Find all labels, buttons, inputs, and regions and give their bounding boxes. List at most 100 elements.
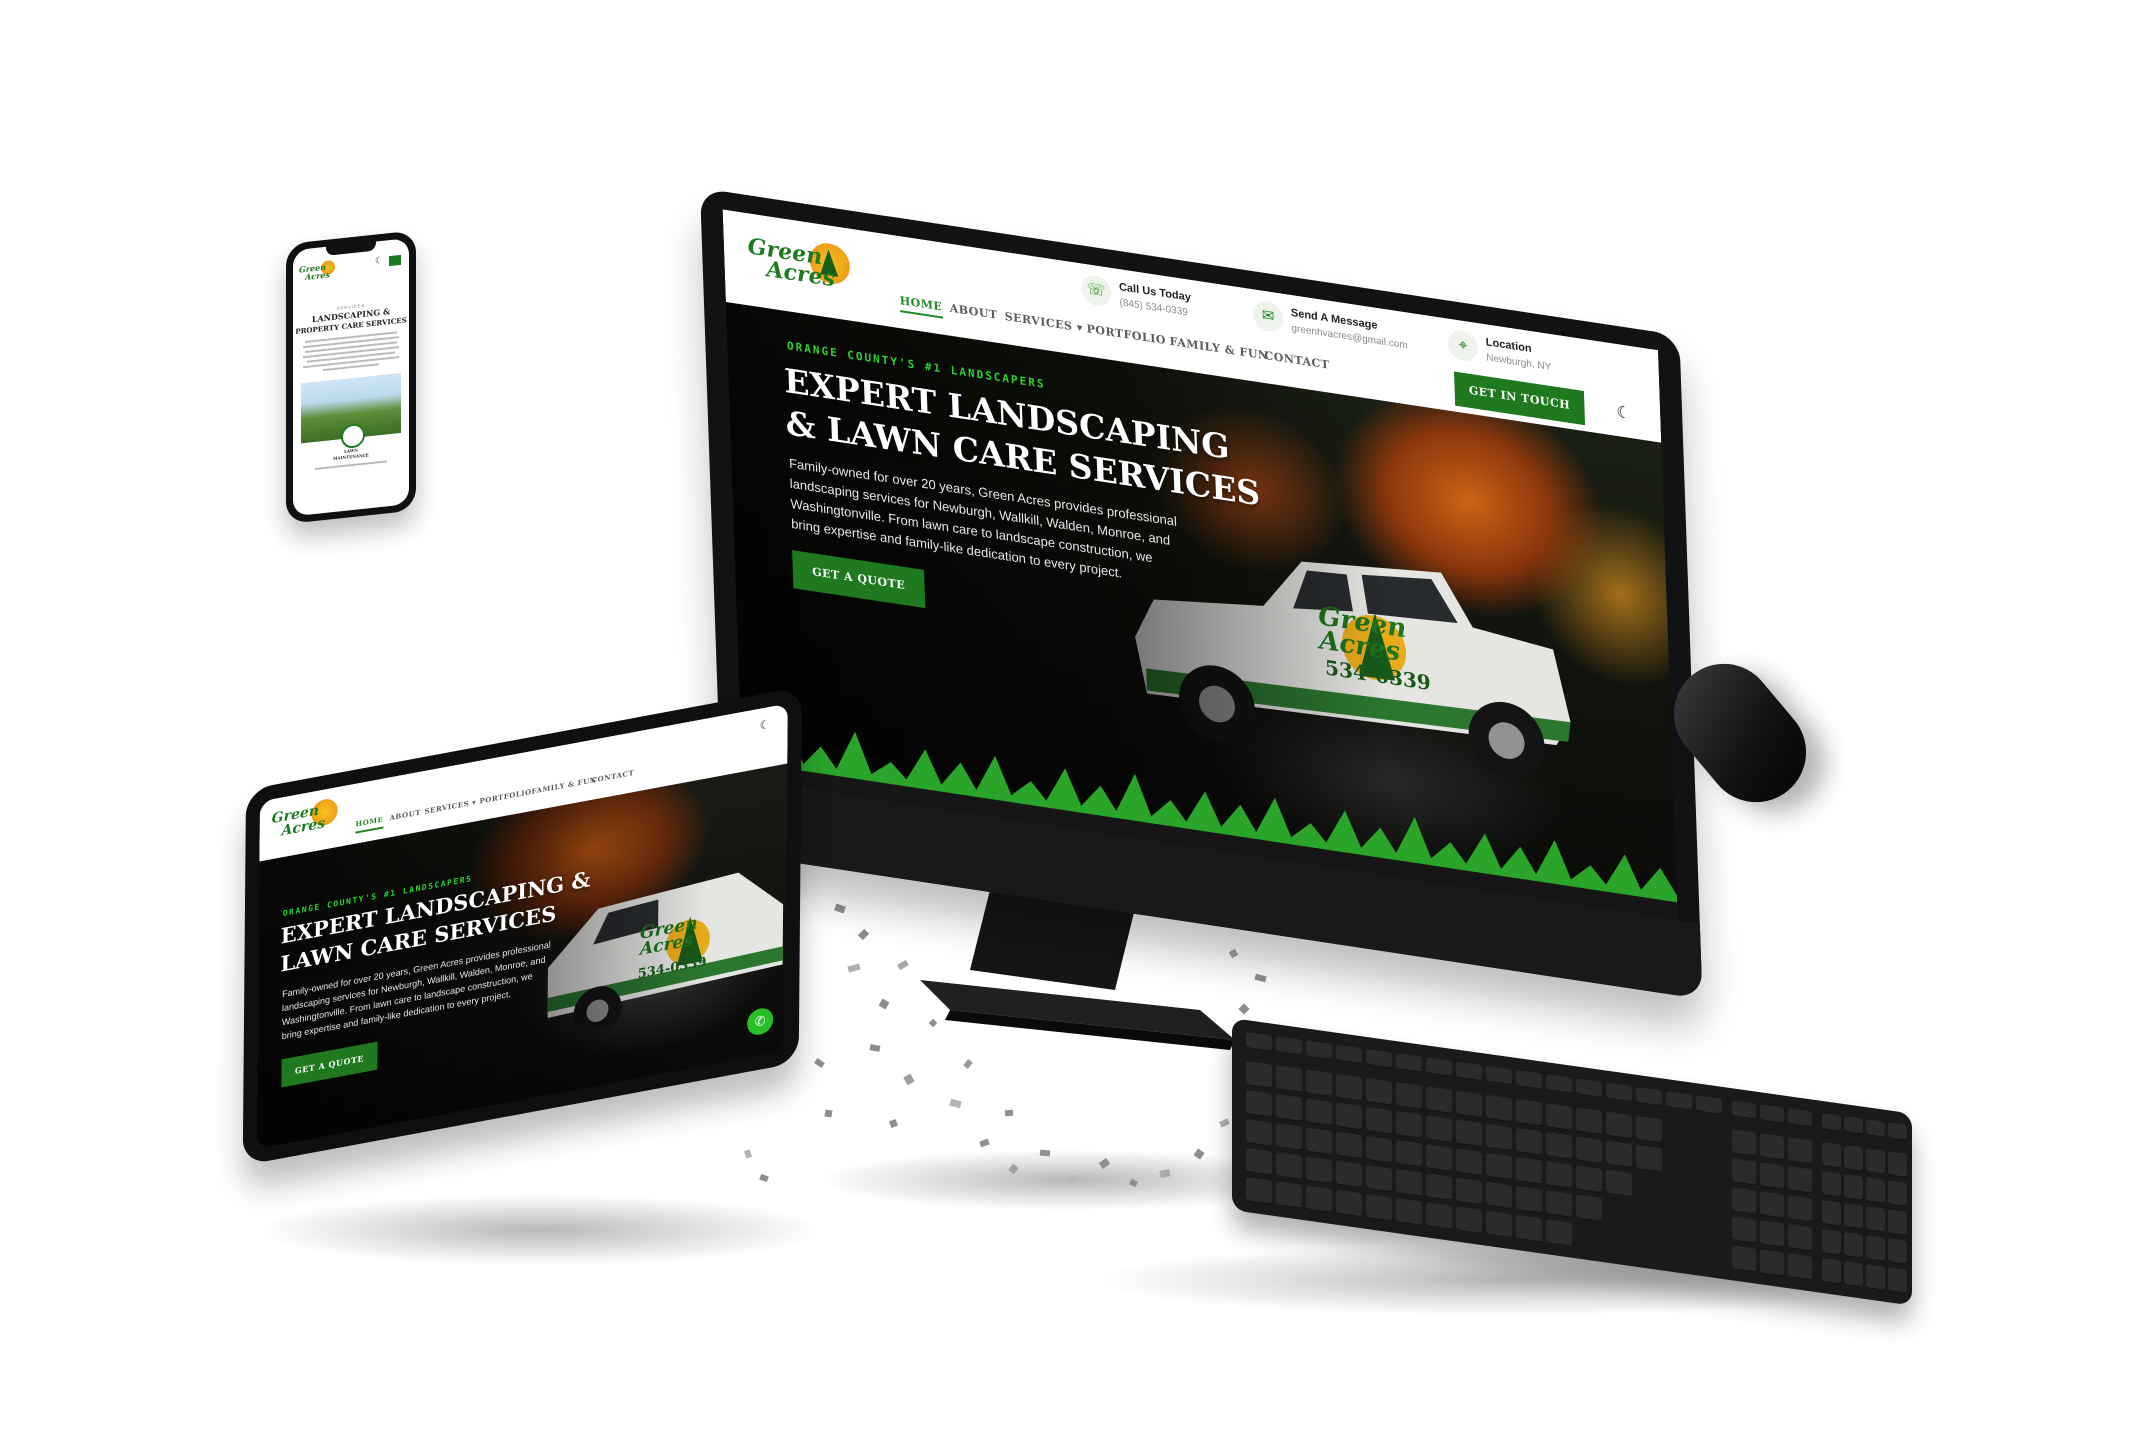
dark-mode-toggle-icon[interactable]: ☾ bbox=[1616, 402, 1631, 424]
keyboard-key bbox=[1606, 1111, 1632, 1140]
keyboard-key bbox=[1822, 1228, 1841, 1256]
keyboard-key bbox=[1486, 1181, 1512, 1210]
keyboard-key bbox=[1246, 1089, 1272, 1118]
keyboard-key bbox=[1888, 1122, 1907, 1141]
keyboard-key bbox=[1732, 1245, 1756, 1273]
keyboard-key bbox=[1866, 1148, 1885, 1175]
keyboard-key bbox=[1546, 1219, 1572, 1247]
keyboard-key bbox=[1822, 1199, 1841, 1227]
keyboard-key bbox=[1366, 1106, 1392, 1135]
keyboard-key bbox=[1516, 1156, 1542, 1185]
keyboard-key bbox=[1426, 1086, 1452, 1114]
keyboard-key bbox=[1546, 1132, 1572, 1160]
tablet-device: GreenAcres 534-0339 Green Acres HOME ABO… bbox=[242, 686, 802, 1166]
keyboard-key bbox=[1760, 1220, 1784, 1248]
keyboard-key bbox=[1866, 1177, 1885, 1204]
keyboard-key bbox=[1760, 1191, 1784, 1219]
phone-menu-icon[interactable] bbox=[389, 254, 401, 267]
keyboard-key bbox=[1276, 1152, 1302, 1180]
keyboard-key bbox=[1426, 1202, 1452, 1230]
keyboard-key bbox=[1336, 1102, 1362, 1131]
keyboard-key bbox=[1732, 1187, 1756, 1215]
keyboard-key bbox=[1456, 1148, 1482, 1177]
keyboard-key bbox=[1516, 1185, 1542, 1214]
keyboard-key bbox=[1246, 1176, 1272, 1205]
keyboard-key bbox=[1636, 1144, 1662, 1173]
keyboard-key bbox=[1606, 1140, 1632, 1169]
keyboard-key bbox=[1788, 1195, 1812, 1223]
keyboard-key bbox=[1486, 1123, 1512, 1152]
keyboard-key bbox=[1276, 1123, 1302, 1151]
keyboard-key bbox=[1306, 1069, 1332, 1098]
keyboard-key bbox=[1888, 1151, 1907, 1178]
keyboard-key bbox=[1426, 1144, 1452, 1172]
keyboard-key bbox=[1396, 1169, 1422, 1197]
keyboard-key bbox=[1888, 1209, 1907, 1236]
keyboard-key bbox=[1866, 1119, 1885, 1138]
keyboard-key bbox=[1576, 1194, 1602, 1223]
keyboard-key bbox=[1576, 1107, 1602, 1136]
keyboard-key bbox=[1888, 1238, 1907, 1265]
keyboard-key bbox=[1336, 1073, 1362, 1102]
keyboard-key bbox=[1844, 1261, 1863, 1288]
tablet-dark-mode-icon[interactable]: ☾ bbox=[760, 717, 771, 733]
keyboard-key bbox=[1246, 1118, 1272, 1147]
keyboard-key bbox=[1788, 1137, 1812, 1165]
keyboard-key bbox=[1732, 1216, 1756, 1244]
keyboard-key bbox=[1396, 1198, 1422, 1226]
keyboard-key bbox=[1486, 1210, 1512, 1239]
keyboard-key bbox=[1486, 1094, 1512, 1123]
keyboard-key bbox=[1366, 1135, 1392, 1164]
keyboard-key bbox=[1732, 1158, 1756, 1186]
keyboard-key bbox=[1306, 1098, 1332, 1127]
keyboard-key bbox=[1426, 1173, 1452, 1201]
keyboard-key bbox=[1760, 1104, 1784, 1124]
keyboard-key bbox=[1888, 1180, 1907, 1207]
phone-logo-acres: Acres bbox=[305, 269, 330, 283]
keyboard-key bbox=[1276, 1065, 1302, 1093]
keyboard-key bbox=[1760, 1249, 1784, 1277]
keyboard-key bbox=[1788, 1253, 1812, 1281]
keyboard-key bbox=[1516, 1098, 1542, 1127]
keyboard-key bbox=[1866, 1206, 1885, 1233]
keyboard-key bbox=[1822, 1170, 1841, 1198]
keyboard-key bbox=[1456, 1119, 1482, 1148]
keyboard-key bbox=[1366, 1164, 1392, 1193]
tablet-screen: GreenAcres 534-0339 Green Acres HOME ABO… bbox=[256, 703, 788, 1149]
keyboard-key bbox=[1336, 1189, 1362, 1218]
keyboard-key bbox=[1822, 1257, 1841, 1285]
keyboard-key bbox=[1546, 1161, 1572, 1189]
keyboard-key bbox=[1456, 1177, 1482, 1206]
keyboard-key bbox=[1456, 1206, 1482, 1235]
tablet-chevron-down-icon: ▾ bbox=[472, 797, 477, 808]
floor-shadow-tablet bbox=[260, 1195, 820, 1265]
keyboard-key bbox=[1732, 1129, 1756, 1157]
keyboard-key bbox=[1546, 1190, 1572, 1218]
keyboard-key bbox=[1396, 1111, 1422, 1139]
phone-screen: Green Acres ☾ SERVICES LANDSCAPING & PRO… bbox=[293, 238, 409, 517]
keyboard-key bbox=[1788, 1224, 1812, 1252]
keyboard-key bbox=[1546, 1103, 1572, 1131]
keyboard-key bbox=[1486, 1152, 1512, 1181]
keyboard-key bbox=[1396, 1082, 1422, 1110]
keyboard-key bbox=[1276, 1094, 1302, 1122]
keyboard-key bbox=[1844, 1145, 1863, 1172]
keyboard-key bbox=[1606, 1169, 1632, 1198]
keyboard-key bbox=[1426, 1115, 1452, 1143]
keyboard-key bbox=[1456, 1090, 1482, 1119]
keyboard-key bbox=[1844, 1203, 1863, 1230]
phone-dark-mode-icon[interactable]: ☾ bbox=[375, 255, 383, 267]
keyboard-key bbox=[1576, 1136, 1602, 1165]
keyboard-key bbox=[1516, 1127, 1542, 1156]
phone-logo-top[interactable]: Green Acres bbox=[299, 259, 339, 285]
keyboard-key bbox=[1366, 1193, 1392, 1222]
keyboard-key bbox=[1844, 1232, 1863, 1259]
phone-service-card-icon bbox=[341, 422, 365, 450]
keyboard-key bbox=[1760, 1133, 1784, 1161]
keyboard-key bbox=[1760, 1162, 1784, 1190]
keyboard-key bbox=[1866, 1235, 1885, 1262]
mobile-phone: Green Acres ☾ SERVICES LANDSCAPING & PRO… bbox=[286, 230, 416, 524]
keyboard-key bbox=[1866, 1264, 1885, 1291]
keyboard-key bbox=[1822, 1112, 1841, 1132]
keyboard-key bbox=[1888, 1267, 1907, 1294]
